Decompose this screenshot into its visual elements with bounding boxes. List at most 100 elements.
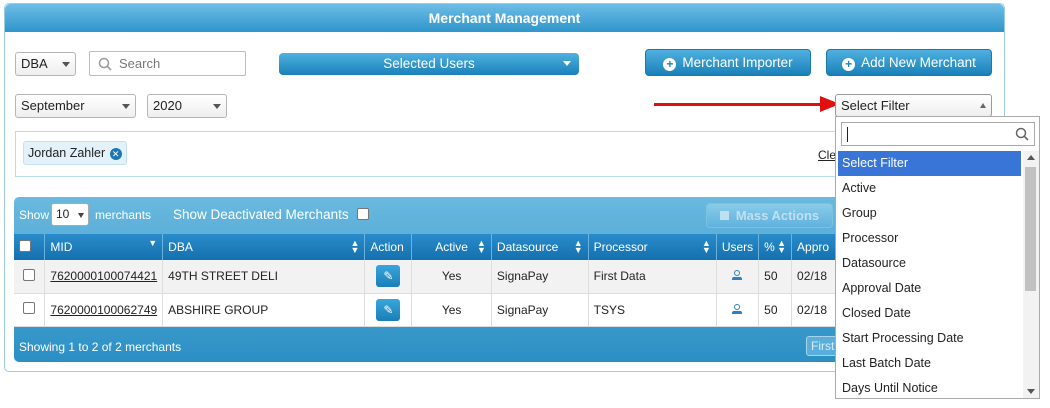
plus-circle-icon: + <box>663 58 677 71</box>
chevron-down-icon <box>213 104 221 109</box>
row-select-cell <box>14 293 46 327</box>
chevron-down-icon <box>78 213 84 218</box>
text-cursor <box>847 127 848 142</box>
select-all-header <box>14 234 46 260</box>
floppy-disk-icon <box>719 211 729 220</box>
edit-button[interactable]: ✎ <box>376 298 401 321</box>
percent-cell: 50 <box>758 293 793 327</box>
filter-option-approval-date[interactable]: Approval Date <box>838 276 1021 301</box>
column-header-active[interactable]: Active ▲ ▼ <box>411 234 492 260</box>
column-label: Action <box>370 240 404 254</box>
active-cell: Yes <box>411 293 492 327</box>
chevron-down-icon <box>563 61 571 66</box>
column-header-action: Action <box>364 234 413 260</box>
annotation-arrow-shaft <box>654 103 824 106</box>
chevron-down-icon <box>122 104 130 109</box>
add-new-merchant-label: Add New Merchant <box>861 55 976 70</box>
filter-option-active[interactable]: Active <box>838 176 1021 201</box>
datasource-cell: SignaPay <box>491 293 589 327</box>
row-checkbox[interactable] <box>23 268 36 281</box>
search-input[interactable]: Search <box>89 51 246 76</box>
mid-link[interactable]: 7620000100062749 <box>50 303 157 317</box>
mass-actions-label: Mass Actions <box>735 208 820 223</box>
users-cell <box>716 293 760 327</box>
mass-actions-button[interactable]: Mass Actions <box>706 203 833 228</box>
month-select[interactable]: September <box>15 94 136 118</box>
pencil-icon: ✎ <box>383 269 394 284</box>
filter-option-processor[interactable]: Processor <box>838 226 1021 251</box>
table-summary: Showing 1 to 2 of 2 merchants <box>19 340 182 354</box>
chevron-down-icon <box>62 62 70 67</box>
user-tag: Jordan Zahler ✕ <box>23 141 127 165</box>
selected-users-dropdown[interactable]: Selected Users <box>279 53 579 75</box>
sort-icon: ▲ ▼ <box>477 238 486 255</box>
scroll-down-icon[interactable] <box>1027 389 1035 394</box>
column-label: Active <box>435 240 468 254</box>
filter-select[interactable]: Select Filter <box>835 94 992 117</box>
scroll-up-icon[interactable] <box>1027 155 1035 160</box>
filter-select-value: Select Filter <box>841 98 910 113</box>
percent-cell: 50 <box>758 260 793 294</box>
scrollbar-thumb[interactable] <box>1025 167 1036 291</box>
filter-option-days-until-notice[interactable]: Days Until Notice <box>838 376 1021 398</box>
show-label: Show <box>19 208 50 222</box>
user-icon[interactable] <box>732 270 743 281</box>
year-select[interactable]: 2020 <box>147 94 227 118</box>
merchant-importer-button[interactable]: + Merchant Importer <box>645 49 811 76</box>
sort-icon: ▲ ▼ <box>573 238 583 255</box>
users-cell <box>716 260 760 294</box>
column-label: % <box>764 240 775 254</box>
datasource-cell: SignaPay <box>491 260 589 294</box>
column-label: Appro <box>797 240 830 254</box>
row-select-cell <box>14 260 46 294</box>
month-value: September <box>21 98 85 113</box>
show-deactivated-checkbox[interactable] <box>357 208 369 220</box>
active-cell: Yes <box>411 260 492 294</box>
search-icon <box>1015 127 1029 141</box>
sort-desc-icon: ▼ <box>148 238 158 248</box>
filter-option-start-processing-date[interactable]: Start Processing Date <box>838 326 1021 351</box>
column-header-datasource[interactable]: Datasource ▲ ▼ <box>491 234 589 260</box>
filter-option-last-batch-date[interactable]: Last Batch Date <box>838 351 1021 376</box>
dba-cell: 49TH STREET DELI <box>162 260 366 294</box>
sort-icon: ▲ ▼ <box>777 238 787 255</box>
column-label: DBA <box>168 240 193 254</box>
column-header-mid[interactable]: MID ▼ <box>44 234 164 260</box>
user-icon[interactable] <box>732 303 743 314</box>
filter-option-select-filter[interactable]: Select Filter <box>838 151 1021 176</box>
page-size-value: 10 <box>56 207 70 221</box>
dropdown-scrollbar[interactable] <box>1023 151 1039 398</box>
sort-icon: ▲ ▼ <box>701 238 711 255</box>
select-all-checkbox[interactable] <box>19 239 31 252</box>
remove-tag-icon[interactable]: ✕ <box>109 148 122 160</box>
panel-title: Merchant Management <box>5 4 1004 32</box>
column-label: Datasource <box>496 240 559 254</box>
row-checkbox[interactable] <box>23 302 36 314</box>
mid-cell: 7620000100062749 <box>44 293 164 327</box>
page-size-select[interactable]: 10 <box>51 203 89 226</box>
filter-option-closed-date[interactable]: Closed Date <box>838 301 1021 326</box>
filter-option-group[interactable]: Group <box>838 201 1021 226</box>
column-header-users: Users <box>716 234 760 260</box>
dba-cell: ABSHIRE GROUP <box>162 293 366 327</box>
column-header-dba[interactable]: DBA ▲ ▼ <box>162 234 366 260</box>
mid-link[interactable]: 7620000100074421 <box>50 269 157 283</box>
edit-button[interactable]: ✎ <box>376 265 401 288</box>
chevron-up-icon <box>980 103 986 108</box>
processor-cell: First Data <box>588 260 717 294</box>
search-icon <box>98 57 112 71</box>
column-header-percent[interactable]: % ▲ ▼ <box>758 234 793 260</box>
year-value: 2020 <box>153 98 182 113</box>
type-select[interactable]: DBA <box>15 52 76 76</box>
selected-users-label: Selected Users <box>383 56 475 71</box>
filter-search-input[interactable] <box>841 122 1035 146</box>
filter-options-list: Select Filter Active Group Processor Dat… <box>838 151 1021 398</box>
search-placeholder: Search <box>119 56 161 71</box>
column-header-processor[interactable]: Processor ▲ ▼ <box>588 234 717 260</box>
merchants-label: merchants <box>95 208 152 222</box>
filter-option-datasource[interactable]: Datasource <box>838 251 1021 276</box>
processor-cell: TSYS <box>588 293 717 327</box>
type-select-value: DBA <box>21 56 48 71</box>
add-new-merchant-button[interactable]: + Add New Merchant <box>826 49 992 76</box>
plus-circle-icon: + <box>842 58 856 71</box>
